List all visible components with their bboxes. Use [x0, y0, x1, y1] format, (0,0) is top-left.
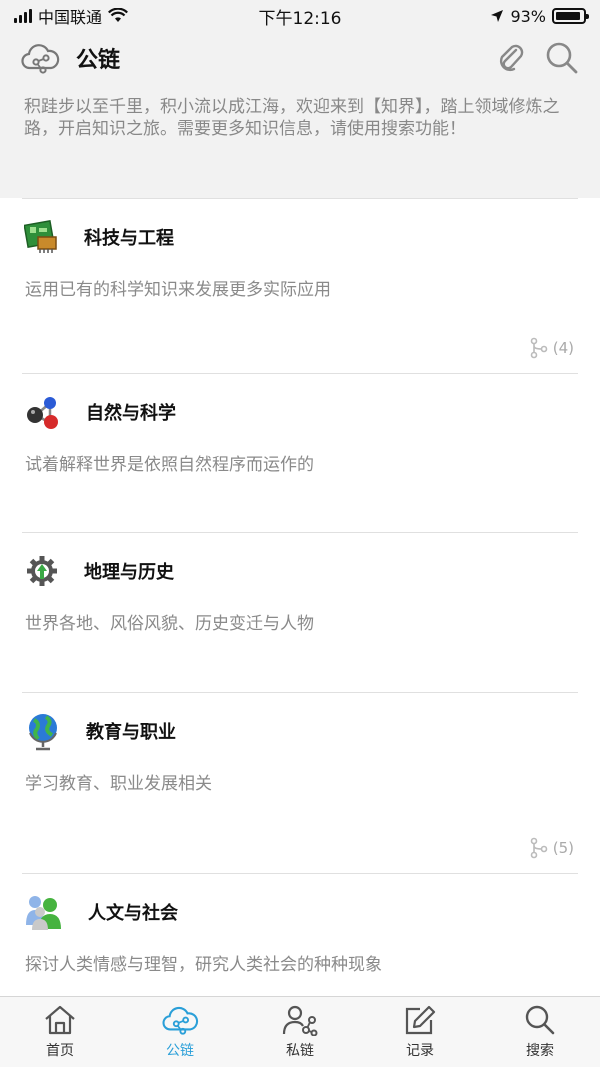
- tab-records[interactable]: 记录: [380, 1004, 460, 1060]
- app-header: 公链: [0, 32, 600, 84]
- list-item[interactable]: 人文与社会 探讨人类情感与理智，研究人类社会的种种现象: [22, 873, 578, 996]
- child-count: (5): [529, 837, 574, 859]
- carrier-label: 中国联通: [38, 8, 103, 27]
- list-item[interactable]: 自然与科学 试着解释世界是依照自然程序而运作的: [22, 373, 578, 532]
- people-icon: [26, 896, 61, 930]
- category-desc: 学习教育、职业发展相关: [25, 774, 212, 794]
- child-count-label: (4): [552, 339, 574, 357]
- status-right: 93%: [490, 6, 589, 26]
- list-item[interactable]: 科技与工程 运用已有的科学知识来发展更多实际应用 (4): [22, 198, 578, 373]
- branch-icon: [530, 337, 548, 359]
- tab-search[interactable]: 搜索: [500, 1004, 580, 1060]
- wifi-icon: [108, 8, 128, 22]
- child-count: (4): [529, 337, 574, 359]
- gear-tree-icon: [27, 556, 57, 586]
- search-icon[interactable]: [544, 40, 580, 76]
- tab-label: 公链: [166, 1043, 194, 1059]
- category-desc: 探讨人类情感与理智，研究人类社会的种种现象: [25, 955, 382, 975]
- tab-bar: 首页 公链 私链 记录 搜索: [0, 996, 600, 1067]
- battery-fill: [556, 12, 581, 20]
- tab-label: 私链: [286, 1043, 314, 1059]
- cloud-network-icon[interactable]: [20, 40, 60, 76]
- category-desc: 世界各地、风俗风貌、历史变迁与人物: [25, 614, 314, 634]
- status-left: 中国联通: [14, 4, 128, 28]
- category-name: 地理与历史: [84, 562, 174, 583]
- intro-text: 积跬步以至千里，积小流以成江海，欢迎来到【知界】，踏上领域修炼之路，开启知识之旅…: [24, 97, 560, 139]
- header-actions: [494, 40, 580, 76]
- globe-icon: [29, 714, 57, 751]
- list-item-head: 自然与科学: [22, 374, 578, 450]
- list-item-head: 地理与历史: [22, 533, 578, 609]
- page-title: 公链: [76, 48, 121, 73]
- category-desc: 试着解释世界是依照自然程序而运作的: [25, 455, 314, 475]
- tab-label: 记录: [406, 1043, 434, 1059]
- tab-label: 搜索: [526, 1043, 554, 1059]
- list-item-head: 教育与职业: [22, 693, 578, 769]
- location-arrow-icon: [491, 10, 504, 22]
- category-name: 自然与科学: [86, 403, 176, 424]
- category-name: 人文与社会: [88, 903, 178, 924]
- cloud-network-icon: [162, 1006, 199, 1035]
- paperclip-icon[interactable]: [494, 41, 528, 75]
- list-item[interactable]: 教育与职业 学习教育、职业发展相关 (5): [22, 692, 578, 873]
- child-count-label: (5): [552, 839, 574, 857]
- signal-icon: [14, 9, 32, 23]
- list-item-head: 科技与工程: [22, 199, 578, 275]
- category-desc: 运用已有的科学知识来发展更多实际应用: [25, 280, 331, 300]
- battery-percent: 93%: [510, 6, 546, 26]
- edit-icon: [405, 1005, 436, 1035]
- home-icon: [45, 1005, 75, 1035]
- category-list: 科技与工程 运用已有的科学知识来发展更多实际应用 (4) 自然与科学 试着解释世…: [0, 198, 600, 996]
- list-item[interactable]: 地理与历史 世界各地、风俗风貌、历史变迁与人物: [22, 532, 578, 692]
- circuit-board-icon: [24, 220, 57, 253]
- category-name: 科技与工程: [84, 228, 174, 249]
- tab-private-chain[interactable]: 私链: [260, 1004, 340, 1060]
- branch-icon: [530, 837, 548, 859]
- list-item-head: 人文与社会: [22, 874, 578, 950]
- molecule-icon: [27, 397, 58, 429]
- category-name: 教育与职业: [86, 722, 176, 743]
- search-icon: [525, 1005, 555, 1035]
- tab-label: 首页: [46, 1043, 74, 1059]
- tab-public-chain[interactable]: 公链: [140, 1004, 220, 1060]
- tab-home[interactable]: 首页: [20, 1004, 100, 1060]
- status-bar: 中国联通 下午12:16 93%: [0, 0, 600, 32]
- user-share-icon: [282, 1005, 318, 1036]
- battery-icon: [552, 8, 589, 24]
